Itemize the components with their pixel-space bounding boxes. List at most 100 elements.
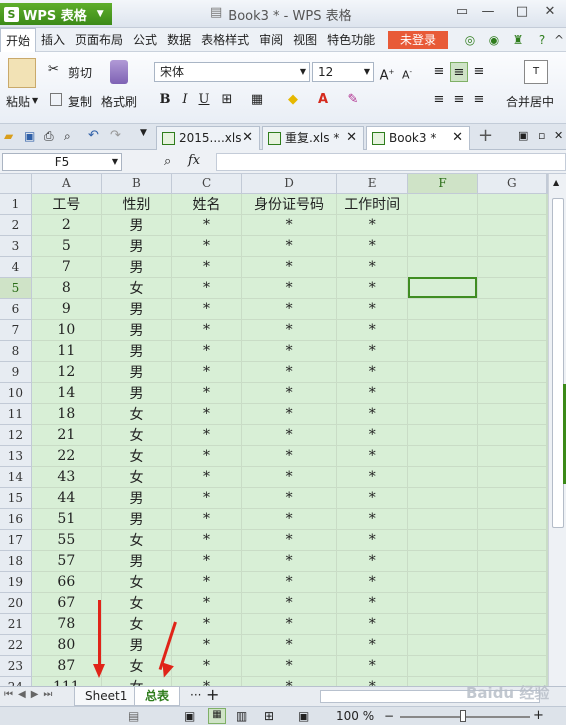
menu-item[interactable]: 数据 — [162, 28, 196, 52]
sheet-tab[interactable]: 总表 — [134, 687, 181, 706]
cell[interactable] — [407, 403, 478, 425]
menu-item[interactable]: 公式 — [128, 28, 162, 52]
cell[interactable]: 9 — [31, 298, 102, 320]
cell[interactable]: * — [241, 382, 338, 404]
cell[interactable]: 工作时间 — [336, 193, 409, 215]
cell[interactable] — [477, 634, 548, 656]
cell[interactable] — [407, 466, 478, 488]
cell[interactable]: * — [171, 403, 243, 425]
cell[interactable]: * — [241, 550, 338, 572]
cell[interactable]: * — [336, 634, 409, 656]
cell[interactable] — [477, 298, 548, 320]
shirt-icon[interactable]: ♜ — [510, 32, 526, 48]
cell[interactable]: * — [336, 382, 409, 404]
cell[interactable]: * — [171, 382, 243, 404]
sheet-nav-icons[interactable]: ⏮◀▶⏭ — [4, 689, 57, 700]
search-icon[interactable]: ⌕ — [164, 154, 171, 169]
sheet-tab[interactable]: Sheet1 — [74, 687, 139, 706]
cell[interactable]: 女 — [101, 424, 173, 446]
open-folder-icon[interactable]: ▰ — [4, 129, 13, 143]
column-header[interactable]: B — [101, 174, 173, 194]
row-header[interactable]: 21 — [0, 613, 32, 635]
cell[interactable]: 87 — [31, 655, 102, 677]
cell[interactable]: 女 — [101, 403, 173, 425]
close-tab-icon[interactable]: ✕ — [242, 127, 253, 149]
cell[interactable]: * — [336, 214, 409, 236]
cell[interactable]: 43 — [31, 466, 102, 488]
merge-center-button[interactable]: 合并居中 — [506, 93, 554, 110]
cell[interactable] — [407, 529, 478, 551]
cell[interactable] — [477, 256, 548, 278]
row-header[interactable]: 16 — [0, 508, 32, 530]
cut-button[interactable]: 剪切 — [68, 64, 92, 81]
italic-icon[interactable]: I — [176, 90, 194, 110]
cell[interactable]: * — [171, 592, 243, 614]
clear-format-icon[interactable]: ✎ — [344, 90, 362, 110]
cell[interactable]: * — [241, 676, 338, 686]
cell[interactable]: * — [336, 466, 409, 488]
cell[interactable]: * — [171, 214, 243, 236]
cell[interactable]: 女 — [101, 676, 173, 686]
cell[interactable]: * — [171, 256, 243, 278]
align-bottom-icon[interactable]: ≡ — [470, 62, 488, 82]
menu-item[interactable]: 审阅 — [254, 28, 288, 52]
cell[interactable] — [407, 634, 478, 656]
reading-mode-icon[interactable]: ▣ — [298, 709, 309, 723]
cell[interactable]: 工号 — [31, 193, 102, 215]
cell[interactable] — [477, 571, 548, 593]
cell[interactable] — [477, 655, 548, 677]
wps-cloud-icon[interactable]: ◎ — [462, 32, 478, 48]
cell[interactable]: * — [241, 592, 338, 614]
cell[interactable]: * — [241, 361, 338, 383]
cell[interactable]: 55 — [31, 529, 102, 551]
cell[interactable]: 8 — [31, 277, 102, 299]
cell[interactable] — [477, 508, 548, 530]
cell[interactable]: * — [336, 613, 409, 635]
border-icon[interactable]: ⊞ — [218, 90, 236, 110]
cell[interactable]: * — [171, 655, 243, 677]
cell[interactable]: * — [171, 298, 243, 320]
cell[interactable] — [407, 340, 478, 362]
format-painter-button[interactable]: 格式刷 — [101, 93, 137, 110]
menu-item[interactable]: 开始 — [0, 27, 37, 52]
minimize-button[interactable]: ▭ — [452, 4, 472, 22]
row-header[interactable]: 20 — [0, 592, 32, 614]
cell[interactable]: * — [171, 235, 243, 257]
cell[interactable]: * — [171, 466, 243, 488]
cell[interactable]: 78 — [31, 613, 102, 635]
cell[interactable]: 男 — [101, 235, 173, 257]
close-window-icon[interactable]: ✕ — [554, 129, 563, 142]
cell[interactable]: * — [241, 508, 338, 530]
cell[interactable] — [407, 487, 478, 509]
cell[interactable] — [477, 214, 548, 236]
row-header[interactable]: 7 — [0, 319, 32, 341]
cell[interactable]: * — [336, 550, 409, 572]
cell[interactable]: 男 — [101, 382, 173, 404]
cell[interactable]: 67 — [31, 592, 102, 614]
close-tab-icon[interactable]: ✕ — [346, 127, 357, 149]
cell[interactable]: * — [171, 571, 243, 593]
cell[interactable]: * — [336, 403, 409, 425]
close-button[interactable]: ✕ — [540, 4, 560, 22]
cell[interactable]: * — [241, 613, 338, 635]
new-tab-button[interactable]: + — [478, 125, 493, 146]
cell[interactable] — [407, 361, 478, 383]
row-header[interactable]: 2 — [0, 214, 32, 236]
cell[interactable]: 男 — [101, 487, 173, 509]
cell[interactable]: 女 — [101, 277, 173, 299]
cell[interactable]: 姓名 — [171, 193, 243, 215]
cell[interactable]: * — [336, 277, 409, 299]
copy-button[interactable]: 复制 — [68, 93, 92, 110]
fill-color-icon[interactable]: ◆ — [284, 90, 302, 110]
cell[interactable]: * — [241, 235, 338, 257]
cell[interactable] — [407, 445, 478, 467]
underline-icon[interactable]: U — [195, 90, 213, 110]
row-header[interactable]: 6 — [0, 298, 32, 320]
cell[interactable] — [407, 613, 478, 635]
cell[interactable]: * — [241, 277, 338, 299]
row-header[interactable]: 23 — [0, 655, 32, 677]
document-tab[interactable]: 重复.xls * ✕ — [262, 126, 364, 150]
cell[interactable]: * — [171, 550, 243, 572]
fx-icon[interactable]: fx — [188, 153, 200, 168]
cell[interactable]: 12 — [31, 361, 102, 383]
